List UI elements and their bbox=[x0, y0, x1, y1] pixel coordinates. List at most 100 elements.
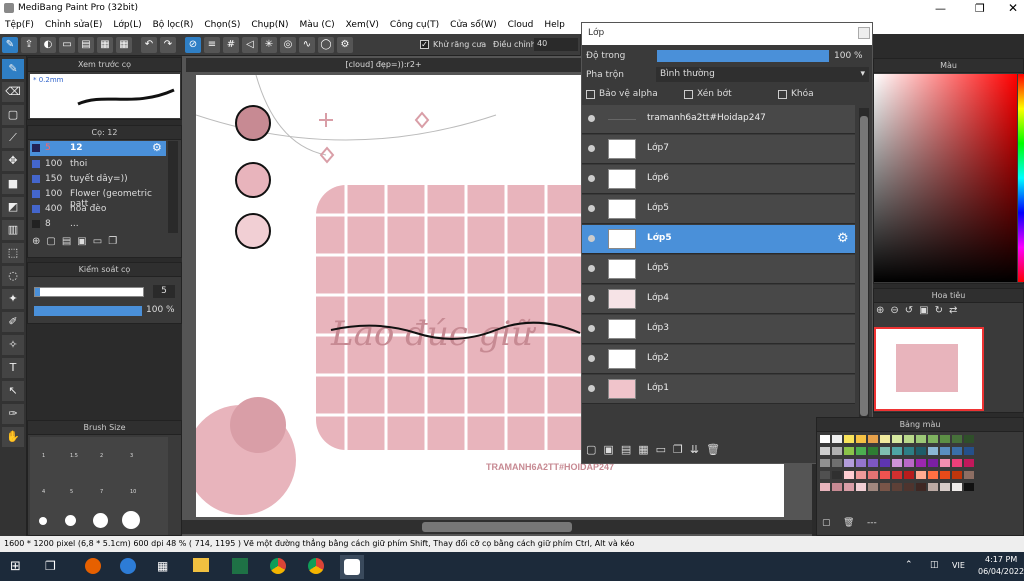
brush-settings-icon[interactable]: ⚙ bbox=[152, 141, 162, 154]
palette-swatch[interactable] bbox=[892, 483, 902, 491]
text-tool-icon[interactable]: T bbox=[2, 358, 24, 378]
hand-tool-icon[interactable]: ✋ bbox=[2, 427, 24, 447]
excel-icon[interactable] bbox=[232, 558, 248, 574]
medibang-taskbar-item[interactable] bbox=[340, 555, 364, 579]
snap-parallel-icon[interactable]: ≡ bbox=[204, 37, 220, 53]
eye-icon[interactable] bbox=[588, 235, 595, 242]
palette-swatch[interactable] bbox=[844, 483, 854, 491]
brush-size-value[interactable]: 5 bbox=[153, 285, 175, 298]
menu-layer[interactable]: Lớp(L) bbox=[108, 18, 147, 30]
size-dot[interactable] bbox=[93, 513, 108, 528]
size-4[interactable]: 4 bbox=[42, 489, 45, 495]
palette-swatch[interactable] bbox=[928, 435, 938, 443]
brush-item[interactable]: 100 Flower (geometric patt bbox=[30, 187, 166, 209]
palette-swatch[interactable] bbox=[832, 459, 842, 467]
size-5[interactable]: 5 bbox=[70, 489, 73, 495]
eye-icon[interactable] bbox=[588, 355, 595, 362]
palette-swatch[interactable] bbox=[940, 459, 950, 467]
eye-icon[interactable] bbox=[588, 175, 595, 182]
upload-icon[interactable]: ⇪ bbox=[21, 37, 37, 53]
navigator-thumbnail[interactable] bbox=[874, 327, 984, 411]
hue-slider[interactable] bbox=[1018, 74, 1024, 282]
palette-swatch[interactable] bbox=[820, 471, 830, 479]
layer-row[interactable]: Lớp7 bbox=[582, 135, 855, 164]
brush-item[interactable]: 8... bbox=[30, 217, 166, 232]
menu-select[interactable]: Chọn(S) bbox=[199, 18, 246, 30]
size-1[interactable]: 1 bbox=[42, 453, 45, 459]
palette-swatch[interactable] bbox=[916, 471, 926, 479]
palette-swatch[interactable] bbox=[964, 447, 974, 455]
layer-row[interactable]: Lớp2 bbox=[582, 345, 855, 374]
size-dot[interactable] bbox=[39, 517, 47, 525]
horizontal-scrollbar[interactable] bbox=[182, 520, 812, 534]
palette-swatch[interactable] bbox=[820, 447, 830, 455]
palette-swatch[interactable] bbox=[904, 447, 914, 455]
palette-swatch[interactable] bbox=[964, 471, 974, 479]
layer-scroll-thumb[interactable] bbox=[860, 116, 868, 416]
palette-swatch[interactable] bbox=[856, 483, 866, 491]
merge-down-icon[interactable]: ⇊ bbox=[690, 443, 706, 456]
layer-row[interactable]: Lớp5 bbox=[582, 195, 855, 224]
tray-chevron-icon[interactable]: ⌃ bbox=[905, 560, 913, 570]
palette-swatch[interactable] bbox=[964, 483, 974, 491]
snap-ellipse-icon[interactable]: ◯ bbox=[318, 37, 334, 53]
brush-new-icon[interactable]: ▢ bbox=[46, 236, 61, 247]
layer-row-selected[interactable]: Lớp5 ⚙ bbox=[582, 225, 855, 254]
antialias-checkbox[interactable]: ✓ bbox=[420, 40, 429, 49]
brush-tool-icon[interactable]: ✎ bbox=[2, 59, 24, 79]
palette-swatch[interactable] bbox=[904, 471, 914, 479]
layer-scrollbar[interactable] bbox=[859, 108, 869, 438]
palette-swatch[interactable] bbox=[928, 447, 938, 455]
palette-swatch[interactable] bbox=[904, 459, 914, 467]
palette-swatch[interactable] bbox=[916, 459, 926, 467]
palette-swatch[interactable] bbox=[832, 471, 842, 479]
palette-swatch[interactable] bbox=[868, 471, 878, 479]
palette-swatch[interactable] bbox=[952, 483, 962, 491]
palette-swatch[interactable] bbox=[880, 471, 890, 479]
duplicate-icon[interactable]: ❐ bbox=[108, 236, 123, 247]
palette-swatch[interactable] bbox=[952, 435, 962, 443]
new-8bit-layer-icon[interactable]: ▤ bbox=[621, 443, 638, 456]
palette-swatch[interactable] bbox=[832, 483, 842, 491]
menu-help[interactable]: Help bbox=[539, 18, 571, 30]
layer-row[interactable]: Lớp4 bbox=[582, 285, 855, 314]
folder-icon[interactable]: ▭ bbox=[93, 236, 108, 247]
eye-icon[interactable] bbox=[588, 115, 595, 122]
brush-opacity-slider[interactable] bbox=[34, 306, 142, 316]
maximize-icon[interactable]: ❐ bbox=[975, 2, 985, 15]
palette-swatch[interactable] bbox=[868, 447, 878, 455]
snap-grid-icon[interactable]: # bbox=[223, 37, 239, 53]
store-icon[interactable]: ▦ bbox=[157, 559, 168, 573]
palette-swatch[interactable] bbox=[844, 435, 854, 443]
palette-swatch[interactable] bbox=[892, 447, 902, 455]
lock-checkbox[interactable] bbox=[778, 90, 787, 99]
chat-icon[interactable]: ◐ bbox=[40, 37, 56, 53]
flip-icon[interactable]: ⇄ bbox=[949, 305, 963, 316]
document-tab[interactable]: [cloud] đẹp=)):r2+ bbox=[186, 58, 581, 72]
palette-swatch[interactable] bbox=[880, 483, 890, 491]
chrome-icon-2[interactable] bbox=[308, 558, 324, 574]
menu-file[interactable]: Tệp(F) bbox=[0, 18, 40, 30]
color-picker-square[interactable] bbox=[874, 74, 1017, 282]
eye-icon[interactable] bbox=[588, 295, 595, 302]
file-explorer-icon[interactable] bbox=[193, 558, 209, 572]
size-2[interactable]: 2 bbox=[100, 453, 103, 459]
brush-item[interactable]: 150 tuyết dây=)) bbox=[30, 172, 166, 187]
pen-tool-icon[interactable]: ✎ bbox=[2, 37, 18, 53]
palette-swatch[interactable] bbox=[820, 483, 830, 491]
palette-swatch[interactable] bbox=[904, 435, 914, 443]
eye-icon[interactable] bbox=[588, 385, 595, 392]
menu-filter[interactable]: Bộ lọc(R) bbox=[148, 18, 200, 30]
palette-swatch[interactable] bbox=[868, 435, 878, 443]
layer-row[interactable]: Lớp5 bbox=[582, 255, 855, 284]
palette-swatch[interactable] bbox=[844, 459, 854, 467]
undo-icon[interactable]: ↶ bbox=[141, 37, 157, 53]
palette-swatch[interactable] bbox=[940, 435, 950, 443]
brush-item-selected[interactable]: 5 12 ⚙ bbox=[30, 141, 166, 156]
rotate-right-icon[interactable]: ↻ bbox=[935, 305, 949, 316]
blend-select[interactable]: Bình thường ▾ bbox=[656, 67, 869, 82]
palette-swatch[interactable] bbox=[856, 471, 866, 479]
layer-row[interactable]: Lớp1 bbox=[582, 375, 855, 404]
edge-icon[interactable] bbox=[120, 558, 136, 574]
snap-curve-icon[interactable]: ∿ bbox=[299, 37, 315, 53]
